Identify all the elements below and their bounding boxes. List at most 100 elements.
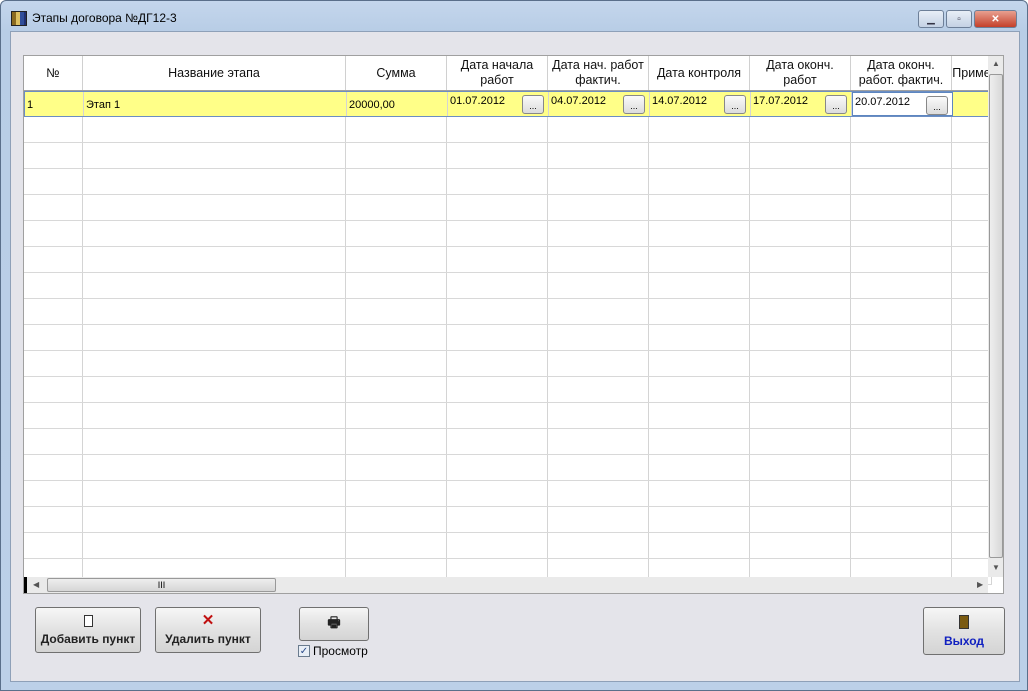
empty-cell[interactable] [952,195,992,220]
empty-cell[interactable] [649,481,750,506]
preview-checkbox[interactable]: ✓ Просмотр [298,644,368,658]
empty-row[interactable] [24,169,992,195]
empty-cell[interactable] [649,221,750,246]
empty-cell[interactable] [851,377,952,402]
empty-cell[interactable] [447,169,548,194]
column-header[interactable]: Дата оконч. работ. фактич. [851,56,952,90]
empty-cell[interactable] [649,325,750,350]
empty-cell[interactable] [447,351,548,376]
empty-cell[interactable] [346,221,447,246]
empty-cell[interactable] [24,325,83,350]
empty-cell[interactable] [750,169,851,194]
empty-cell[interactable] [952,429,992,454]
empty-cell[interactable] [346,299,447,324]
empty-row[interactable] [24,143,992,169]
empty-row[interactable] [24,533,992,559]
empty-cell[interactable] [851,429,952,454]
empty-cell[interactable] [447,377,548,402]
empty-cell[interactable] [952,247,992,272]
stages-grid[interactable]: № Название этапа Сумма Дата начала работ Дат… [23,55,1004,594]
empty-cell[interactable] [24,117,83,142]
horizontal-scroll-thumb[interactable]: III [47,578,276,592]
cell-end[interactable]: 17.07.2012... [751,92,852,116]
empty-cell[interactable] [548,533,649,558]
empty-cell[interactable] [649,507,750,532]
empty-cell[interactable] [447,143,548,168]
empty-cell[interactable] [346,169,447,194]
empty-cell[interactable] [83,481,346,506]
empty-cell[interactable] [952,377,992,402]
empty-cell[interactable] [851,169,952,194]
delete-item-button[interactable]: ✕ Удалить пункт [155,607,261,653]
cell-name[interactable]: Этап 1 [84,92,347,116]
empty-cell[interactable] [83,117,346,142]
cell-control[interactable]: 14.07.2012... [650,92,751,116]
empty-cell[interactable] [24,143,83,168]
empty-cell[interactable] [851,403,952,428]
column-header[interactable]: Сумма [346,56,447,90]
column-header[interactable]: № [24,56,83,90]
empty-row[interactable] [24,377,992,403]
preview-checkbox-box[interactable]: ✓ [298,645,310,657]
empty-cell[interactable] [952,143,992,168]
empty-cell[interactable] [548,195,649,220]
empty-cell[interactable] [24,455,83,480]
empty-cell[interactable] [649,117,750,142]
empty-cell[interactable] [447,247,548,272]
empty-cell[interactable] [346,481,447,506]
empty-cell[interactable] [447,195,548,220]
empty-cell[interactable] [851,221,952,246]
empty-cell[interactable] [750,117,851,142]
empty-cell[interactable] [548,169,649,194]
empty-cell[interactable] [750,273,851,298]
empty-cell[interactable] [83,299,346,324]
empty-cell[interactable] [83,325,346,350]
empty-cell[interactable] [346,429,447,454]
empty-row[interactable] [24,455,992,481]
empty-cell[interactable] [952,507,992,532]
cell-sum[interactable]: 20000,00 [347,92,448,116]
empty-cell[interactable] [649,429,750,454]
empty-row[interactable] [24,117,992,143]
empty-cell[interactable] [83,273,346,298]
empty-cell[interactable] [24,403,83,428]
empty-cell[interactable] [346,403,447,428]
scroll-left-icon[interactable]: ◀ [33,580,39,589]
empty-cell[interactable] [447,117,548,142]
empty-cell[interactable] [24,247,83,272]
add-item-button[interactable]: Добавить пункт [35,607,141,653]
empty-cell[interactable] [750,533,851,558]
empty-cell[interactable] [851,299,952,324]
empty-cell[interactable] [24,377,83,402]
empty-cell[interactable] [24,351,83,376]
empty-cell[interactable] [750,403,851,428]
empty-cell[interactable] [750,481,851,506]
empty-cell[interactable] [346,117,447,142]
empty-row[interactable] [24,481,992,507]
cell-end_fact[interactable]: 20.07.2012... [852,92,953,116]
empty-cell[interactable] [750,455,851,480]
empty-cell[interactable] [750,247,851,272]
empty-cell[interactable] [548,351,649,376]
empty-cell[interactable] [548,143,649,168]
exit-button[interactable]: Выход [923,607,1005,655]
empty-cell[interactable] [83,377,346,402]
empty-cell[interactable] [447,455,548,480]
empty-cell[interactable] [649,299,750,324]
empty-cell[interactable] [447,533,548,558]
empty-cell[interactable] [952,351,992,376]
empty-cell[interactable] [750,195,851,220]
horizontal-scrollbar[interactable]: ◀ III ▶ [24,577,988,593]
scroll-right-icon[interactable]: ▶ [977,580,983,589]
empty-cell[interactable] [851,195,952,220]
empty-cell[interactable] [346,377,447,402]
empty-cell[interactable] [83,403,346,428]
empty-cell[interactable] [24,195,83,220]
empty-cell[interactable] [83,143,346,168]
empty-cell[interactable] [346,143,447,168]
empty-cell[interactable] [649,195,750,220]
column-header[interactable]: Дата контроля [649,56,750,90]
empty-cell[interactable] [346,455,447,480]
empty-cell[interactable] [649,377,750,402]
column-header[interactable]: Дата нач. работ фактич. [548,56,649,90]
